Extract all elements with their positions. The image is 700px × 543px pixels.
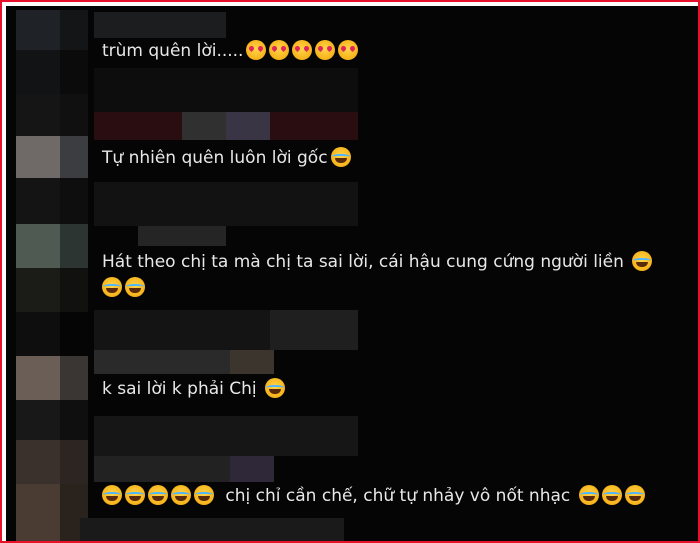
comment-text: trùm quên lời..... [102,41,244,61]
avatar[interactable] [16,136,60,178]
face-with-tears-of-joy-icon [102,277,122,297]
comment-3: Hát theo chị ta mà chị ta sai lời, cái h… [102,249,662,301]
avatar[interactable] [16,224,60,268]
comment-text: Tự nhiên quên luôn lời gốc [102,148,328,168]
face-with-tears-of-joy-icon [148,485,168,505]
smiling-face-with-hearts-icon [338,40,359,60]
comment-feed: trùm quên lời..... Tự nhiên quên luôn lờ… [6,6,698,541]
comment-4: k sai lời k phải Chị [102,376,286,402]
face-with-tears-of-joy-icon [265,378,286,398]
comment-1: trùm quên lời..... [102,38,359,64]
face-with-tears-of-joy-icon [632,251,653,271]
smiling-face-with-hearts-icon [246,40,267,60]
face-with-tears-of-joy-icon [102,485,122,505]
smiling-face-with-hearts-icon [315,40,336,60]
comment-text: k sai lời k phải Chị [102,379,257,399]
smiling-face-with-hearts-icon [269,40,290,60]
comment-5: chị chỉ cần chế, chữ tự nhảy vô nốt nhạc [102,483,645,509]
comment-2: Tự nhiên quên luôn lời gốc [102,145,351,171]
face-with-tears-of-joy-icon [578,485,599,505]
face-with-tears-of-joy-icon [125,485,145,505]
face-with-tears-of-joy-icon [601,485,622,505]
rolling-on-floor-laughing-icon [330,147,351,167]
avatar[interactable] [16,356,60,400]
comment-text: chị chỉ cần chế, chữ tự nhảy vô nốt nhạc [225,486,571,506]
face-with-tears-of-joy-icon [125,277,145,297]
comment-text: Hát theo chị ta mà chị ta sai lời, cái h… [102,252,624,272]
face-with-tears-of-joy-icon [194,485,214,505]
smiling-face-with-hearts-icon [292,40,313,60]
face-with-tears-of-joy-icon [624,485,645,505]
avatar[interactable] [16,440,60,484]
red-frame: trùm quên lời..... Tự nhiên quên luôn lờ… [0,0,700,543]
face-with-tears-of-joy-icon [171,485,191,505]
